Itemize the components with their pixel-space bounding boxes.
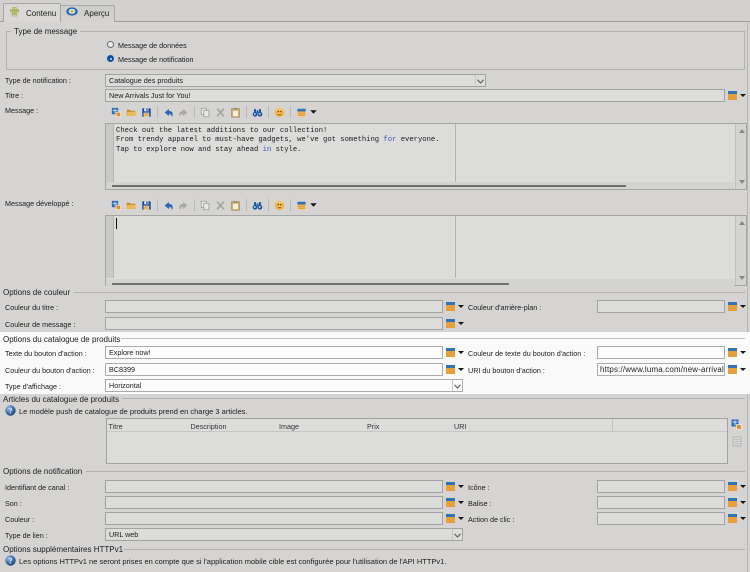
svg-text:?: ? bbox=[9, 406, 13, 415]
svg-text:?: ? bbox=[9, 556, 13, 565]
